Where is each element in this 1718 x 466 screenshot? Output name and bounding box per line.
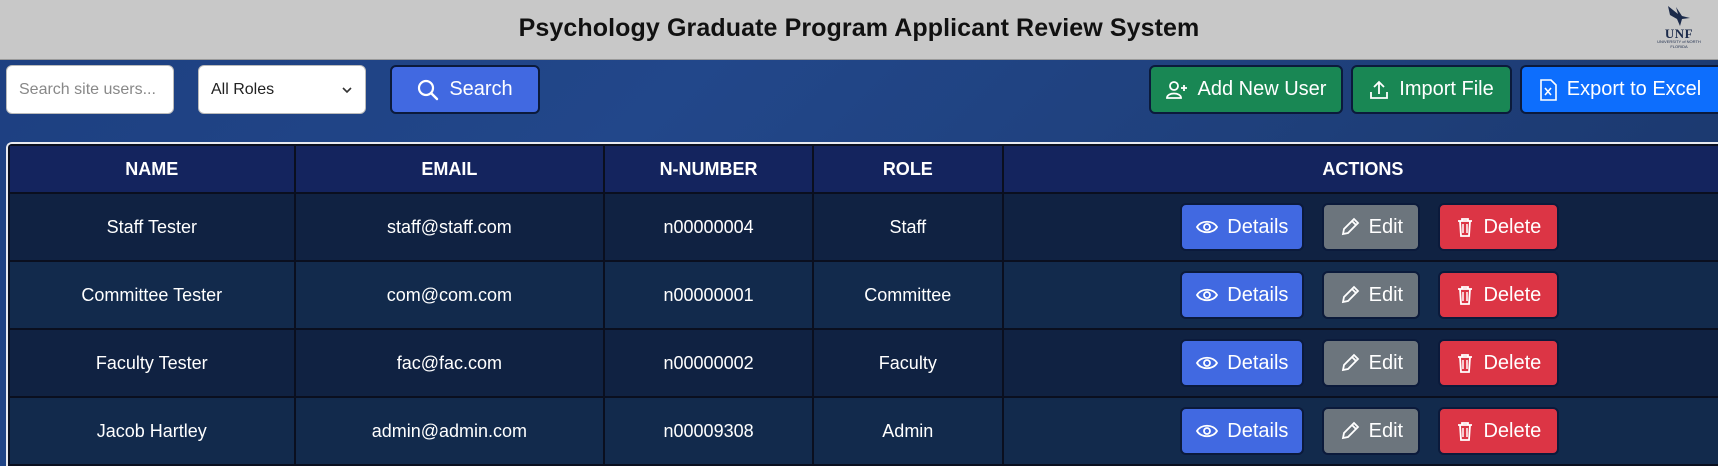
edit-label: Edit: [1368, 215, 1404, 238]
pencil-icon: [1341, 353, 1359, 372]
edit-label: Edit: [1368, 351, 1404, 374]
column-header-name[interactable]: NAME: [8, 144, 296, 194]
add-new-user-label: Add New User: [1197, 78, 1327, 100]
cell-nnumber: n00000004: [603, 192, 814, 262]
cell-actions: Details Edit Delete: [1001, 192, 1718, 262]
cell-name: Committee Tester: [8, 260, 296, 330]
pencil-icon: [1341, 217, 1359, 236]
logo-subtext: UNIVERSITY of NORTH FLORIDA: [1657, 39, 1701, 49]
unf-logo: UNF UNIVERSITY of NORTH FLORIDA: [1654, 4, 1704, 56]
eye-icon: [1196, 288, 1219, 302]
edit-button[interactable]: Edit: [1322, 203, 1421, 251]
cell-role: Committee: [811, 260, 1004, 330]
details-label: Details: [1227, 215, 1289, 238]
export-to-excel-button[interactable]: Export to Excel: [1520, 65, 1718, 114]
trash-icon: [1458, 286, 1473, 305]
edit-button[interactable]: Edit: [1322, 407, 1421, 455]
pencil-icon: [1341, 421, 1359, 440]
eye-icon: [1196, 356, 1219, 370]
cell-actions: Details Edit Delete: [1001, 396, 1718, 466]
edit-button[interactable]: Edit: [1322, 339, 1421, 387]
eye-icon: [1196, 424, 1219, 438]
edit-label: Edit: [1368, 419, 1404, 442]
table-header-row: NAME EMAIL N-NUMBER ROLE ACTIONS: [8, 144, 1718, 194]
delete-label: Delete: [1483, 351, 1542, 374]
delete-label: Delete: [1483, 283, 1542, 306]
chevron-down-icon: [342, 86, 352, 93]
toolbar: All Roles Search Add New User Import Fil…: [0, 60, 1718, 120]
logo-wordmark: UNF: [1664, 26, 1694, 41]
search-button-label: Search: [449, 78, 513, 100]
column-header-actions: ACTIONS: [1001, 144, 1718, 194]
cell-role: Faculty: [811, 328, 1004, 398]
cell-actions: Details Edit Delete: [1001, 328, 1718, 398]
pencil-icon: [1341, 285, 1359, 304]
delete-button[interactable]: Delete: [1438, 407, 1560, 455]
cell-role: Admin: [811, 396, 1004, 466]
search-input[interactable]: [6, 65, 174, 114]
cell-role: Staff: [811, 192, 1004, 262]
add-new-user-button[interactable]: Add New User: [1149, 65, 1343, 114]
cell-name: Staff Tester: [8, 192, 296, 262]
cell-nnumber: n00000002: [603, 328, 814, 398]
delete-button[interactable]: Delete: [1438, 339, 1560, 387]
eye-icon: [1196, 220, 1219, 234]
upload-icon: [1370, 80, 1389, 99]
table-row: Jacob Hartley admin@admin.com n00009308 …: [8, 396, 1718, 466]
import-file-label: Import File: [1399, 78, 1494, 100]
search-button[interactable]: Search: [390, 65, 540, 114]
cell-email: fac@fac.com: [293, 328, 606, 398]
table-row: Staff Tester staff@staff.com n00000004 S…: [8, 192, 1718, 262]
delete-button[interactable]: Delete: [1438, 271, 1560, 319]
edit-label: Edit: [1368, 283, 1404, 306]
cell-actions: Details Edit Delete: [1001, 260, 1718, 330]
delete-button[interactable]: Delete: [1438, 203, 1560, 251]
person-plus-icon: [1165, 80, 1187, 99]
excel-file-icon: [1539, 78, 1557, 101]
column-header-role[interactable]: ROLE: [811, 144, 1004, 194]
cell-email: com@com.com: [293, 260, 606, 330]
edit-button[interactable]: Edit: [1322, 271, 1421, 319]
cell-nnumber: n00009308: [603, 396, 814, 466]
cell-name: Jacob Hartley: [8, 396, 296, 466]
table-row: Committee Tester com@com.com n00000001 C…: [8, 260, 1718, 330]
trash-icon: [1458, 218, 1473, 237]
export-to-excel-label: Export to Excel: [1566, 78, 1702, 100]
page-title: Psychology Graduate Program Applicant Re…: [518, 14, 1200, 42]
column-header-nnumber[interactable]: N-NUMBER: [603, 144, 814, 194]
details-button[interactable]: Details: [1180, 203, 1305, 251]
trash-icon: [1458, 422, 1473, 441]
osprey-icon: [1668, 6, 1690, 26]
details-button[interactable]: Details: [1180, 339, 1305, 387]
details-button[interactable]: Details: [1180, 407, 1305, 455]
cell-name: Faculty Tester: [8, 328, 296, 398]
role-filter-select[interactable]: All Roles: [198, 65, 366, 114]
role-filter-value: All Roles: [211, 80, 275, 98]
details-label: Details: [1227, 419, 1289, 442]
column-header-email[interactable]: EMAIL: [293, 144, 606, 194]
details-label: Details: [1227, 351, 1289, 374]
cell-nnumber: n00000001: [603, 260, 814, 330]
users-table-container: NAME EMAIL N-NUMBER ROLE ACTIONS Staff T…: [6, 142, 1718, 466]
delete-label: Delete: [1483, 419, 1542, 442]
app-header: Psychology Graduate Program Applicant Re…: [0, 0, 1718, 60]
users-table: NAME EMAIL N-NUMBER ROLE ACTIONS Staff T…: [8, 144, 1718, 466]
trash-icon: [1458, 354, 1473, 373]
cell-email: staff@staff.com: [293, 192, 606, 262]
search-icon: [418, 79, 439, 100]
cell-email: admin@admin.com: [293, 396, 606, 466]
delete-label: Delete: [1483, 215, 1542, 238]
import-file-button[interactable]: Import File: [1351, 65, 1512, 114]
table-row: Faculty Tester fac@fac.com n00000002 Fac…: [8, 328, 1718, 398]
details-button[interactable]: Details: [1180, 271, 1305, 319]
details-label: Details: [1227, 283, 1289, 306]
